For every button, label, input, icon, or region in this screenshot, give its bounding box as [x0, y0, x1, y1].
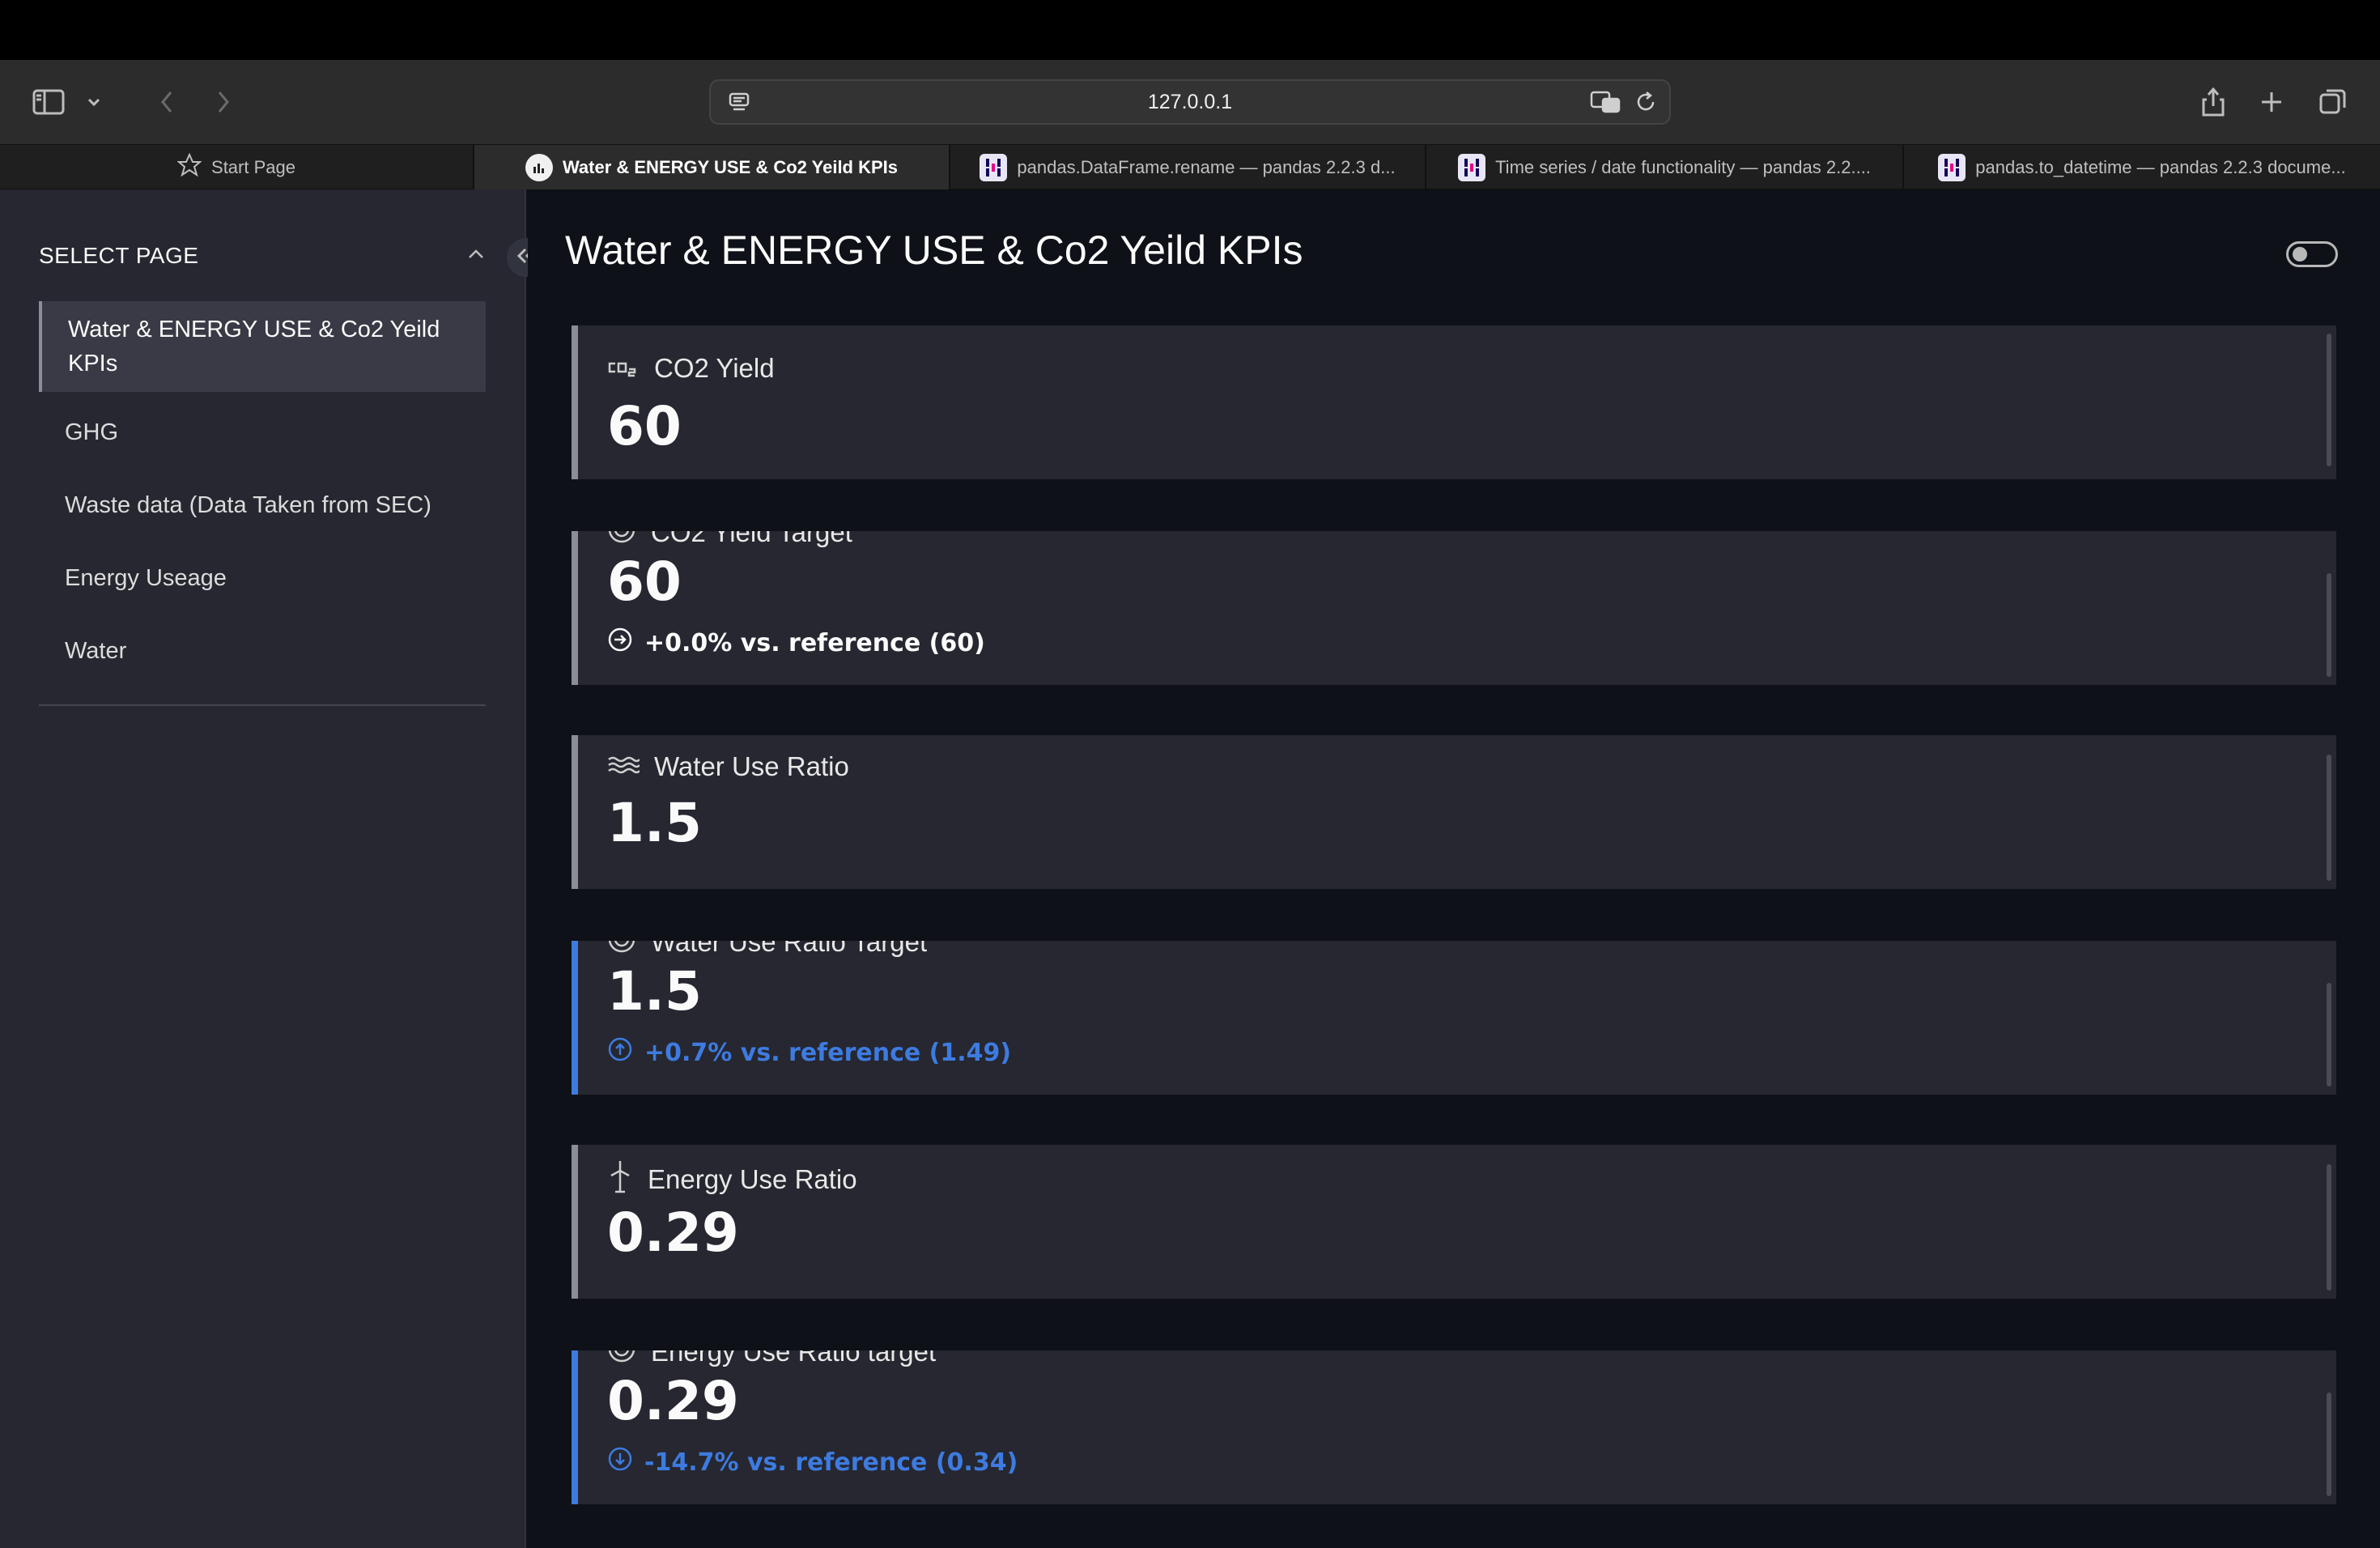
sidebar-item-label: Energy Useage	[65, 564, 227, 591]
toggle-knob	[2293, 247, 2307, 262]
metric-label: Energy Use Ratio target	[607, 1350, 936, 1370]
tab-label: Start Page	[211, 157, 295, 177]
metric-value: 60	[607, 551, 682, 613]
metric-value: 0.29	[607, 1201, 739, 1264]
share-icon[interactable]	[2194, 83, 2233, 121]
macos-menu-bar	[0, 0, 2380, 60]
sidebar-item-label: Water	[65, 637, 127, 664]
wind-turbine-icon	[607, 1159, 633, 1200]
sidebar-item-waste[interactable]: Waste data (Data Taken from SEC)	[39, 483, 486, 528]
arrow-up-circle-icon	[607, 1036, 633, 1069]
star-icon	[176, 152, 202, 182]
tab-start-page[interactable]: Start Page	[0, 145, 474, 190]
sidebar-item-label: GHG	[65, 419, 119, 445]
url-text[interactable]: 127.0.0.1	[711, 81, 1669, 123]
target-icon	[607, 1350, 636, 1370]
sidebar-item-label: Water & ENERGY USE & Co2 Yeild KPIs	[68, 317, 440, 376]
card-scrollbar[interactable]	[2327, 755, 2331, 881]
sidebar-item-label: Waste data (Data Taken from SEC)	[65, 491, 431, 518]
metric-label: CO2 Yield Target	[607, 531, 852, 551]
metric-label: Water Use Ratio Target	[607, 941, 927, 960]
metric-label: CO2 Yield	[607, 353, 775, 384]
new-tab-icon[interactable]	[2252, 83, 2291, 121]
main-content: Water & ENERGY USE & Co2 Yeild KPIs CO2 …	[528, 189, 2380, 1548]
page-title: Water & ENERGY USE & Co2 Yeild KPIs	[565, 228, 1303, 273]
sidebar-item-water[interactable]: Water	[39, 628, 486, 674]
metric-value: 0.29	[607, 1370, 739, 1432]
card-scrollbar[interactable]	[2327, 1164, 2331, 1291]
arrow-right-circle-icon	[607, 627, 633, 659]
arrow-down-circle-icon	[607, 1446, 633, 1478]
chevron-down-icon[interactable]	[74, 83, 113, 121]
pandas-favicon-icon	[1938, 154, 1966, 181]
metric-delta: -14.7% vs. reference (0.34)	[607, 1446, 1018, 1478]
back-icon[interactable]	[147, 83, 186, 121]
translate-icon[interactable]	[1590, 89, 1622, 119]
tab-label: Time series / date functionality — panda…	[1495, 157, 1871, 177]
tab-pandas-to-datetime[interactable]: pandas.to_datetime — pandas 2.2.3 docume…	[1904, 145, 2380, 190]
sidebar-divider	[39, 704, 486, 706]
tab-kpis[interactable]: Water & ENERGY USE & Co2 Yeild KPIs	[474, 145, 950, 190]
metric-card-water-use-ratio: Water Use Ratio 1.5	[572, 735, 2336, 889]
metric-card-co2-yield-target: CO2 Yield Target 60 +0.0% vs. reference …	[572, 531, 2336, 685]
metric-value: 60	[607, 395, 682, 457]
metric-card-co2-yield: CO2 Yield 60	[572, 325, 2336, 479]
card-scrollbar[interactable]	[2327, 983, 2331, 1087]
metric-label: Water Use Ratio	[607, 751, 849, 782]
pandas-favicon-icon	[980, 154, 1008, 181]
metric-value: 1.5	[607, 792, 702, 854]
metric-card-water-use-ratio-target: Water Use Ratio Target 1.5 +0.7% vs. ref…	[572, 941, 2336, 1095]
chevron-up-icon[interactable]	[466, 248, 486, 265]
tab-overview-icon[interactable]	[2314, 83, 2352, 121]
metric-delta: +0.7% vs. reference (1.49)	[607, 1036, 1011, 1069]
target-icon	[607, 941, 636, 960]
sidebar-title: SELECT PAGE	[39, 243, 199, 268]
tab-strip: Start Page Water & ENERGY USE & Co2 Yeil…	[0, 144, 2380, 190]
metric-delta: +0.0% vs. reference (60)	[607, 627, 985, 659]
water-waves-icon	[607, 751, 640, 782]
reload-icon[interactable]	[1634, 89, 1658, 119]
metric-label: Energy Use Ratio	[607, 1159, 857, 1200]
tab-pandas-rename[interactable]: pandas.DataFrame.rename — pandas 2.2.3 d…	[950, 145, 1426, 190]
target-icon	[607, 531, 636, 551]
sidebar-item-ghg[interactable]: GHG	[39, 410, 486, 455]
theme-toggle[interactable]	[2286, 241, 2338, 267]
sidebar-item-energy[interactable]: Energy Useage	[39, 555, 486, 601]
metric-card-energy-use-ratio-target: Energy Use Ratio target 0.29 -14.7% vs. …	[572, 1350, 2336, 1504]
card-scrollbar[interactable]	[2327, 334, 2331, 466]
tab-label: Water & ENERGY USE & Co2 Yeild KPIs	[562, 157, 899, 177]
sidebar: SELECT PAGE Water & ENERGY USE & Co2 Yei…	[0, 189, 526, 1548]
card-scrollbar[interactable]	[2327, 1393, 2331, 1496]
pandas-favicon-icon	[1458, 154, 1486, 181]
address-bar[interactable]: 127.0.0.1	[709, 79, 1671, 125]
app-viewport: SELECT PAGE Water & ENERGY USE & Co2 Yei…	[0, 189, 2380, 1548]
tab-pandas-timeseries[interactable]: Time series / date functionality — panda…	[1426, 145, 1904, 190]
app-favicon-icon	[525, 154, 553, 181]
sidebar-toggle-icon[interactable]	[29, 83, 68, 121]
tab-label: pandas.to_datetime — pandas 2.2.3 docume…	[1975, 157, 2346, 177]
sidebar-item-kpis[interactable]: Water & ENERGY USE & Co2 Yeild KPIs	[39, 301, 486, 392]
select-page-header[interactable]: SELECT PAGE	[39, 240, 486, 272]
tab-label: pandas.DataFrame.rename — pandas 2.2.3 d…	[1017, 157, 1396, 177]
metric-card-energy-use-ratio: Energy Use Ratio 0.29	[572, 1145, 2336, 1299]
forward-icon[interactable]	[204, 83, 243, 121]
co2-icon	[607, 353, 640, 384]
metric-value: 1.5	[607, 960, 702, 1023]
browser-toolbar: 127.0.0.1	[0, 60, 2380, 144]
card-scrollbar[interactable]	[2327, 573, 2331, 677]
